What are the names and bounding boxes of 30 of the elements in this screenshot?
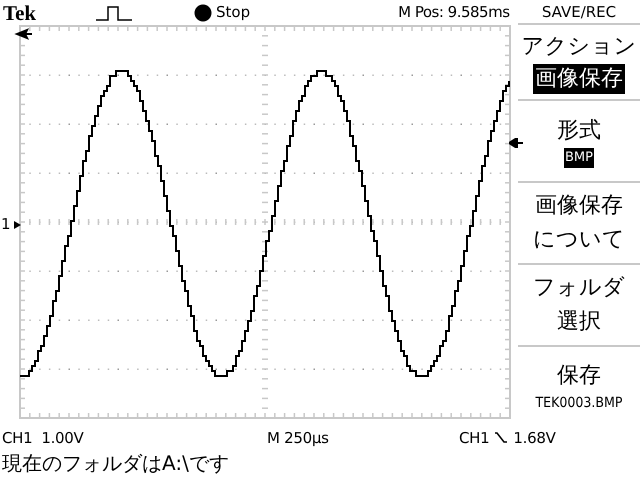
trigger-pulse-icon — [96, 4, 132, 20]
status-message: 現在のフォルダはA:\です — [1, 450, 230, 476]
menu-label: 保存 — [557, 362, 601, 390]
trigger-level-icon — [509, 138, 523, 148]
ground-marker-icon — [14, 221, 21, 229]
menu-label: アクション — [522, 33, 636, 61]
menu-value: 画像保存 — [533, 64, 625, 94]
menu-button[interactable]: アクション 画像保存 — [518, 25, 640, 99]
menu-button[interactable]: 保存 TEK0003.BMP — [518, 345, 640, 425]
menu-button[interactable]: 画像保存 について — [518, 181, 640, 263]
menu-label: について — [533, 226, 625, 254]
horizontal-position: M Pos: 9.585ms — [398, 2, 510, 24]
menu-label: フォルダ — [533, 274, 625, 302]
menu-button[interactable]: 形式 BMP — [518, 99, 640, 181]
menu-value: BMP — [564, 148, 594, 168]
menu-label: 形式 — [557, 117, 601, 145]
channel-marker: 1 — [1, 214, 11, 234]
channel-scale: CH1 1.00V — [1, 428, 84, 449]
run-state: Stop — [216, 2, 250, 24]
trigger-source: CH1 — [459, 428, 490, 449]
trigger-position-icon — [16, 28, 33, 39]
menu-label: 画像保存 — [535, 192, 623, 220]
falling-edge-icon — [494, 431, 508, 445]
trigger-level: 1.68V — [513, 428, 556, 449]
menu-title: SAVE/REC — [518, 0, 640, 24]
timebase: M 250µs — [267, 428, 330, 449]
menu-button[interactable]: フォルダ 選択 — [518, 263, 640, 345]
menu-label: 選択 — [557, 308, 601, 336]
brand-logo: Tek — [2, 0, 38, 24]
stop-dot-icon — [194, 4, 212, 22]
